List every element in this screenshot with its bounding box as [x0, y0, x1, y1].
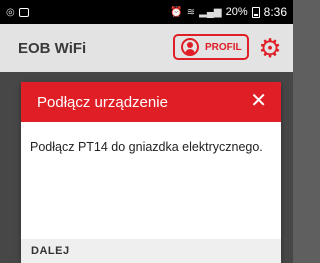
battery-percent: 20% — [225, 6, 248, 18]
signal-icon: ▂▄▆ — [199, 6, 222, 18]
connect-device-dialog: Podłącz urządzenie ✕ Podłącz PT14 do gni… — [21, 82, 281, 263]
dialog-body: Podłącz PT14 do gniazdka elektrycznego. — [21, 122, 281, 239]
dialog-message: Podłącz PT14 do gniazdka elektrycznego. — [30, 140, 263, 154]
dialog-header: Podłącz urządzenie ✕ — [21, 82, 281, 122]
next-button-label: DALEJ — [31, 245, 70, 257]
profile-button[interactable]: PROFIL — [173, 34, 249, 60]
app-title: EOB WiFi — [18, 39, 87, 57]
clock: 8:36 — [263, 5, 287, 19]
status-bar: ◎ ⏰ ≋ ▂▄▆ 20% 8:36 — [0, 0, 293, 24]
gear-icon[interactable]: ⚙ — [258, 35, 282, 61]
next-button[interactable]: DALEJ — [21, 239, 281, 263]
app-bar: EOB WiFi PROFIL ⚙ — [0, 24, 293, 72]
dialog-title: Podłącz urządzenie — [37, 93, 168, 111]
whatsapp-icon: ◎ — [6, 6, 15, 18]
close-icon[interactable]: ✕ — [250, 91, 267, 111]
battery-icon — [251, 6, 260, 18]
alarm-icon: ⏰ — [170, 6, 183, 18]
profile-label: PROFIL — [205, 41, 242, 53]
person-icon — [181, 38, 199, 56]
wifi-icon: ≋ — [186, 6, 196, 18]
gallery-icon — [18, 7, 29, 17]
